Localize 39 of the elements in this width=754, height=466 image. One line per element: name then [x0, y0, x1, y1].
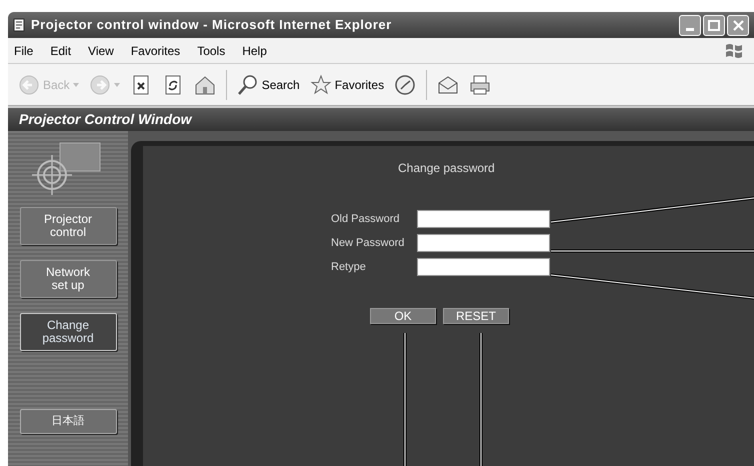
- field-label: Retype: [331, 260, 367, 275]
- field-label: New Password: [331, 236, 406, 251]
- japanese-language-button[interactable]: 日本語: [20, 409, 116, 434]
- menu-item[interactable]: Help: [240, 42, 269, 60]
- clock-icon: [394, 74, 416, 96]
- menu-item[interactable]: View: [86, 42, 116, 60]
- menu-item[interactable]: Tools: [195, 42, 228, 60]
- sidebar-menu-button[interactable]: Projector control: [20, 207, 116, 245]
- reset-button[interactable]: RESET: [443, 308, 509, 324]
- menu-item[interactable]: File: [12, 42, 36, 60]
- maximize-icon: [708, 20, 720, 30]
- ok-button[interactable]: OK: [370, 308, 436, 324]
- search-icon: [236, 74, 259, 96]
- form-title: Change password: [398, 160, 495, 177]
- menu-item[interactable]: Favorites: [128, 42, 182, 60]
- close-button[interactable]: [727, 14, 749, 36]
- minimize-icon: [686, 28, 694, 30]
- minimize-button[interactable]: [679, 14, 701, 36]
- browser-page-icon: [13, 18, 27, 32]
- favorites-button[interactable]: Favorites: [308, 70, 386, 100]
- sidebar-menu-button[interactable]: Network set up: [20, 260, 116, 298]
- dropdown-caret-icon: [72, 82, 79, 86]
- password-field[interactable]: [417, 210, 550, 228]
- sidebar-menu-button[interactable]: Change password: [20, 313, 116, 351]
- envelope-icon: [437, 74, 460, 96]
- printer-icon: [469, 74, 492, 96]
- close-icon: [732, 20, 744, 30]
- window-title: Projector control window - Microsoft Internet Explorer: [31, 16, 392, 34]
- maximize-button[interactable]: [703, 14, 725, 36]
- search-button[interactable]: Search: [234, 70, 302, 100]
- password-field[interactable]: [417, 258, 550, 276]
- field-label: Old Password: [331, 212, 400, 227]
- dropdown-caret-icon: [114, 82, 120, 86]
- app-title: Projector Control Window: [19, 110, 192, 129]
- windows-flag-icon: [724, 42, 744, 60]
- star-icon: [310, 74, 332, 96]
- password-field[interactable]: [417, 234, 550, 252]
- home-icon: [194, 74, 216, 96]
- menu-item[interactable]: Edit: [48, 42, 74, 60]
